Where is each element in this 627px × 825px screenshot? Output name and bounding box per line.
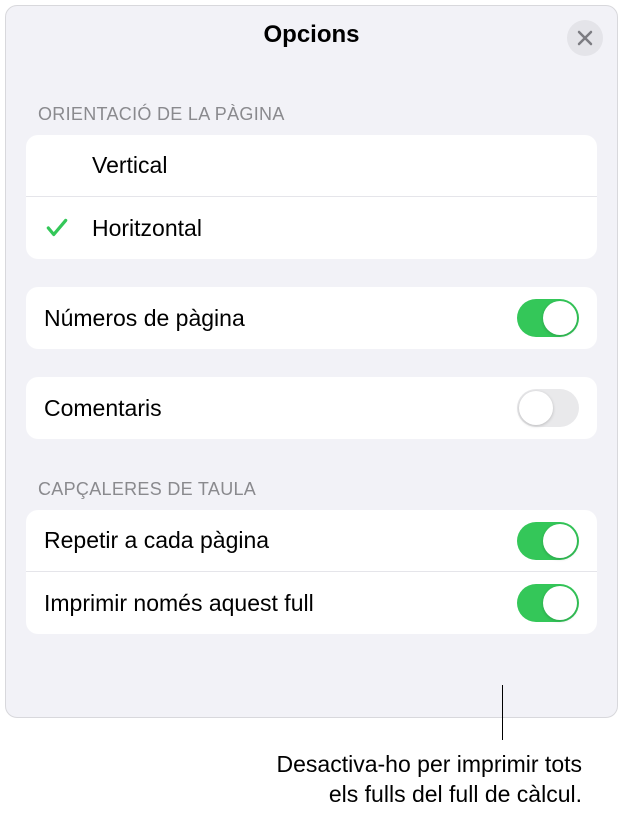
- print-only-row: Imprimir només aquest full: [26, 572, 597, 634]
- checkmark-icon: [44, 215, 70, 241]
- options-panel: Opcions ORIENTACIÓ DE LA PÀGINA Vertical…: [5, 5, 618, 718]
- toggle-knob: [519, 391, 553, 425]
- callout-line2: els fulls del full de càlcul.: [329, 781, 582, 807]
- content: ORIENTACIÓ DE LA PÀGINA Vertical Horitzo…: [6, 64, 617, 634]
- toggle-knob: [543, 301, 577, 335]
- orientation-horizontal-label: Horitzontal: [92, 215, 579, 242]
- section-header-table: CAPÇALERES DE TAULA: [26, 439, 597, 510]
- orientation-vertical-row[interactable]: Vertical: [26, 135, 597, 197]
- table-headers-group: Repetir a cada pàgina Imprimir només aqu…: [26, 510, 597, 634]
- repeat-toggle[interactable]: [517, 522, 579, 560]
- repeat-label: Repetir a cada pàgina: [44, 527, 517, 554]
- close-button[interactable]: [567, 20, 603, 56]
- orientation-vertical-label: Vertical: [92, 152, 579, 179]
- comments-row: Comentaris: [26, 377, 597, 439]
- orientation-group: Vertical Horitzontal: [26, 135, 597, 259]
- toggle-knob: [543, 586, 577, 620]
- callout-connector: [502, 685, 503, 740]
- orientation-horizontal-row[interactable]: Horitzontal: [26, 197, 597, 259]
- check-col: [44, 215, 92, 241]
- close-icon: [577, 30, 593, 46]
- comments-label: Comentaris: [44, 395, 517, 422]
- callout-text: Desactiva-ho per imprimir tots els fulls…: [277, 750, 582, 810]
- repeat-row: Repetir a cada pàgina: [26, 510, 597, 572]
- page-numbers-row: Números de pàgina: [26, 287, 597, 349]
- toggle-knob: [543, 524, 577, 558]
- callout-line1: Desactiva-ho per imprimir tots: [277, 751, 582, 777]
- comments-group: Comentaris: [26, 377, 597, 439]
- page-numbers-label: Números de pàgina: [44, 305, 517, 332]
- section-header-orientation: ORIENTACIÓ DE LA PÀGINA: [26, 64, 597, 135]
- print-only-label: Imprimir només aquest full: [44, 590, 517, 617]
- page-title: Opcions: [263, 21, 359, 49]
- page-numbers-toggle[interactable]: [517, 299, 579, 337]
- page-numbers-group: Números de pàgina: [26, 287, 597, 349]
- header: Opcions: [6, 6, 617, 64]
- comments-toggle[interactable]: [517, 389, 579, 427]
- print-only-toggle[interactable]: [517, 584, 579, 622]
